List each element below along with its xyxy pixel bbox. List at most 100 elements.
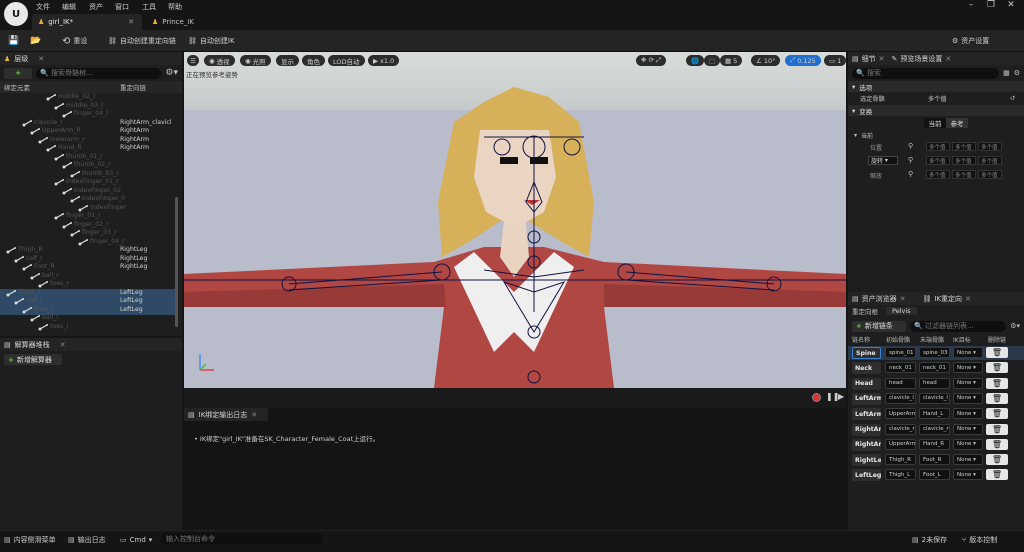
chain-name[interactable]: LeftArm: [852, 408, 881, 421]
reset-button[interactable]: ⟲ 重设: [62, 34, 87, 48]
delete-chain-button[interactable]: 🗑: [986, 347, 1008, 358]
ik-goal-dropdown[interactable]: None ▾: [953, 469, 983, 481]
close-icon[interactable]: ✕: [251, 411, 257, 419]
rotation-z[interactable]: 多个值: [978, 156, 1002, 165]
chain-name[interactable]: Neck: [852, 362, 881, 375]
add-solver-button[interactable]: + 新增解算器: [4, 354, 62, 365]
grid-snap-button[interactable]: ▦ 5: [720, 55, 743, 66]
delete-chain-button[interactable]: 🗑: [986, 362, 1008, 374]
console-command-input[interactable]: 输入控制台命令: [162, 533, 322, 544]
auto-create-ik-button[interactable]: ⛓ 自动创建IK: [188, 34, 235, 48]
menu-file[interactable]: 文件: [36, 2, 50, 12]
scale-snap-button[interactable]: ⤢ 0.125: [785, 55, 821, 66]
settings-icon[interactable]: ⚙: [1014, 69, 1020, 77]
bone-search-input[interactable]: 🔍 搜索骨骼树...: [36, 67, 162, 79]
end-bone-dropdown[interactable]: Foot_L: [919, 469, 950, 481]
preview-scene-settings-tab[interactable]: 预览场景设置: [900, 54, 942, 64]
timeline-bar[interactable]: ❚❚ ▶: [184, 388, 846, 408]
perspective-button[interactable]: ◉ 透视: [204, 55, 235, 66]
camera-speed-button[interactable]: ▭ 1: [824, 55, 846, 66]
tab-girl-ik[interactable]: ♟ girl_IK* ✕: [32, 14, 142, 30]
surface-snap-icon[interactable]: ⬚: [704, 55, 721, 66]
maximize-icon[interactable]: ❐: [980, 0, 1002, 12]
chain-row[interactable]: RightArm UpperArmHand_RNone ▾ 🗑: [848, 438, 1024, 452]
ik-goal-dropdown[interactable]: None ▾: [953, 347, 983, 358]
minimize-icon[interactable]: –: [960, 0, 982, 12]
scale-y[interactable]: 多个值: [952, 170, 976, 179]
reference-toggle[interactable]: 参考: [946, 118, 968, 128]
start-bone-dropdown[interactable]: clavicle_r: [885, 423, 916, 435]
menu-edit[interactable]: 编辑: [62, 2, 76, 12]
content-drawer-button[interactable]: ▤ 内容侧滑菜单: [4, 533, 56, 546]
lod-button[interactable]: LOD自动: [328, 55, 365, 66]
location-x[interactable]: 多个值: [926, 142, 950, 151]
add-chain-button[interactable]: + 新增链条: [852, 320, 906, 332]
chain-name[interactable]: RightArm: [852, 438, 881, 451]
tab-prince-ik[interactable]: ♟ Prince_IK: [146, 14, 236, 30]
source-control-button[interactable]: ⑂ 版本控制: [962, 533, 997, 546]
delete-chain-button[interactable]: 🗑: [986, 454, 1008, 466]
location-y[interactable]: 多个值: [952, 142, 976, 151]
chain-row[interactable]: Neck neck_01 neck_01 None ▾ 🗑: [848, 361, 1024, 375]
close-icon[interactable]: ✕: [965, 295, 971, 303]
end-bone-dropdown[interactable]: clavicle_l: [919, 392, 950, 404]
ik-goal-dropdown[interactable]: None ▾: [953, 454, 983, 466]
start-bone-dropdown[interactable]: UpperArm: [885, 438, 916, 450]
chain-row[interactable]: LeftArm_clavicle_lclavicle_lNone ▾🗑: [848, 392, 1024, 406]
lit-button[interactable]: ◉ 光照: [240, 55, 271, 66]
start-bone-dropdown[interactable]: clavicle_l: [885, 392, 916, 404]
settings-icon[interactable]: ⚙▾: [165, 68, 178, 78]
chain-name[interactable]: RightLeg: [852, 454, 881, 467]
chain-name[interactable]: Spine: [852, 347, 881, 359]
chain-row[interactable]: LeftArm UpperArm Hand_L None ▾ 🗑: [848, 407, 1024, 421]
delete-chain-button[interactable]: 🗑: [986, 438, 1008, 450]
ik-goal-dropdown[interactable]: None ▾: [953, 408, 983, 420]
details-search-input[interactable]: 🔍 搜索: [852, 67, 1000, 79]
save-icon[interactable]: 💾: [8, 34, 19, 48]
chain-row[interactable]: Spine spine_01 spine_03 None ▾ 🗑: [848, 346, 1024, 360]
start-bone-dropdown[interactable]: head: [885, 377, 916, 389]
close-icon[interactable]: ✕: [60, 341, 66, 349]
close-icon[interactable]: ✕: [128, 18, 134, 26]
record-icon[interactable]: [812, 393, 821, 402]
unreal-logo-icon[interactable]: U: [4, 2, 28, 26]
lock-icon[interactable]: ⚲: [908, 170, 913, 178]
grid-view-icon[interactable]: ▦: [1003, 69, 1010, 77]
end-bone-dropdown[interactable]: Hand_L: [919, 408, 950, 420]
settings-icon[interactable]: ⚙▾: [1010, 322, 1020, 330]
ik-output-log-tab[interactable]: ▤ IK绑定输出日志 ✕: [184, 408, 268, 421]
close-icon[interactable]: ✕: [900, 295, 906, 303]
asset-settings-button[interactable]: ⚙ 资产设置: [952, 34, 989, 48]
chain-row[interactable]: RightLeg Thigh_RFoot_RNone ▾ 🗑: [848, 453, 1024, 467]
start-bone-dropdown[interactable]: Thigh_R: [885, 454, 916, 466]
start-bone-dropdown[interactable]: Thigh_L: [885, 469, 916, 481]
current-toggle[interactable]: 当前: [924, 118, 946, 128]
hierarchy-scrollbar[interactable]: [175, 197, 178, 327]
delete-chain-button[interactable]: 🗑: [986, 392, 1008, 404]
end-bone-dropdown[interactable]: neck_01: [919, 362, 950, 374]
ik-retarget-tab[interactable]: IK重定向: [934, 294, 962, 304]
ik-goal-dropdown[interactable]: None ▾: [953, 423, 983, 435]
bone-row[interactable]: toes_l: [0, 323, 175, 332]
character-button[interactable]: 角色: [302, 55, 325, 66]
ik-goal-dropdown[interactable]: None ▾: [953, 377, 983, 389]
chain-row[interactable]: LeftLeg Thigh_L Foot_L None ▾ 🗑: [848, 468, 1024, 482]
close-icon[interactable]: ✕: [38, 55, 44, 63]
close-window-icon[interactable]: ✕: [1000, 0, 1022, 12]
lock-icon[interactable]: ⚲: [908, 156, 913, 164]
world-local-icon[interactable]: 🌐: [686, 55, 705, 66]
step-icon[interactable]: ▶: [838, 392, 844, 401]
unsaved-button[interactable]: ▤ 2未保存: [912, 533, 947, 546]
start-bone-dropdown[interactable]: UpperArm: [885, 408, 916, 420]
asset-browser-tab[interactable]: 资产浏览器: [862, 294, 897, 304]
end-bone-dropdown[interactable]: Foot_R: [919, 454, 950, 466]
retarget-root-value[interactable]: Pelvis: [886, 307, 917, 315]
chain-row[interactable]: Head head head None ▾ 🗑: [848, 377, 1024, 391]
location-z[interactable]: 多个值: [978, 142, 1002, 151]
output-log-button[interactable]: ▤ 输出日志: [68, 533, 106, 546]
delete-chain-button[interactable]: 🗑: [986, 423, 1008, 435]
rotation-y[interactable]: 多个值: [952, 156, 976, 165]
chain-name[interactable]: LeftLeg: [852, 469, 881, 482]
scale-z[interactable]: 多个值: [978, 170, 1002, 179]
ik-goal-dropdown[interactable]: None ▾: [953, 438, 983, 450]
